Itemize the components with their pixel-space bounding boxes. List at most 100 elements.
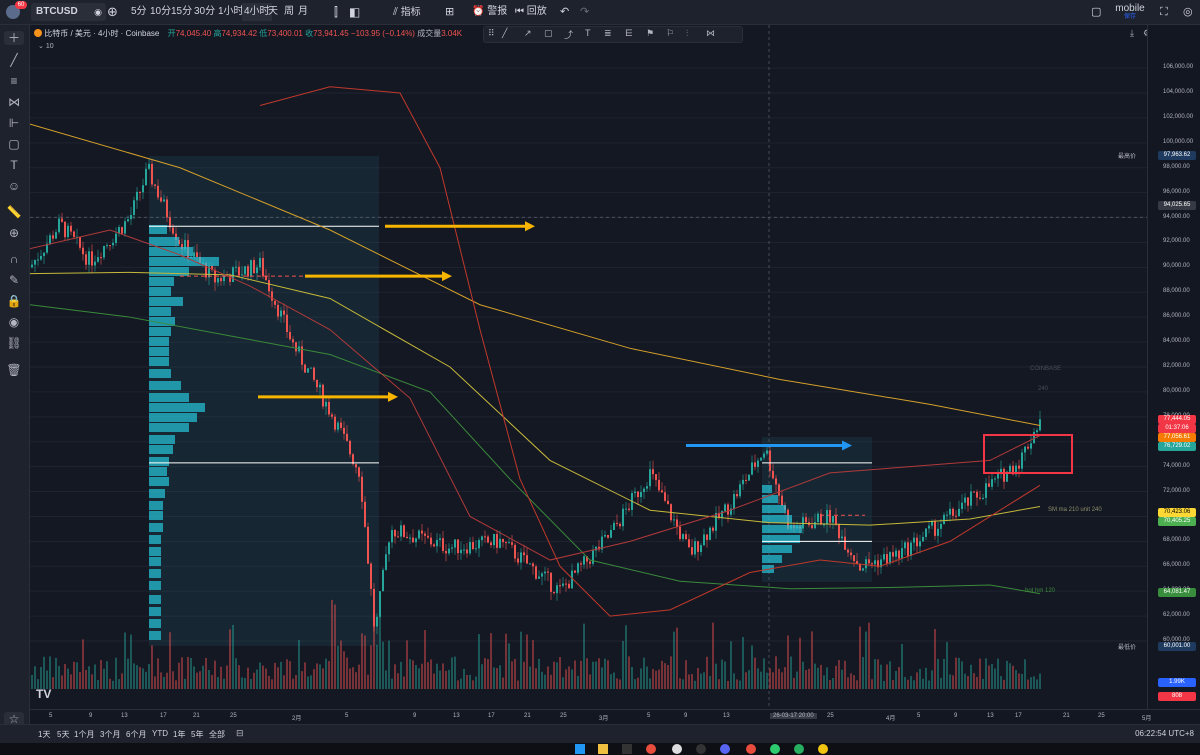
interval-tab-7[interactable]: 周 bbox=[284, 0, 294, 24]
price-tick: 100,000.00 bbox=[1163, 138, 1194, 145]
time-tick: 26-03-17 20:00 bbox=[770, 713, 817, 719]
add-symbol-icon[interactable]: ⊕ bbox=[107, 0, 119, 24]
text-icon[interactable]: T bbox=[4, 158, 24, 172]
download-icon[interactable]: ⤓ bbox=[1130, 28, 1134, 39]
candle-body bbox=[637, 491, 639, 498]
date-range-icon[interactable]: ⊟ bbox=[236, 728, 244, 739]
range-button[interactable]: 3个月 bbox=[100, 729, 120, 740]
volume-bar bbox=[316, 663, 318, 689]
avatar[interactable]: 60 bbox=[4, 0, 27, 24]
pattern-icon[interactable]: ⋈ bbox=[4, 95, 24, 109]
path-tool-icon[interactable]: ⤴ bbox=[564, 28, 573, 41]
range-button[interactable]: 1个月 bbox=[74, 729, 94, 740]
range-button[interactable]: 5年 bbox=[191, 729, 203, 740]
candle-body bbox=[568, 583, 570, 589]
line-tool-icon[interactable]: ╱ bbox=[502, 28, 507, 39]
candle-body bbox=[592, 550, 594, 564]
symbol-search[interactable]: BTCUSD ◉ bbox=[31, 3, 106, 21]
flag2-tool-icon[interactable]: ⚐ bbox=[666, 28, 674, 39]
time-axis[interactable]: 5 9 13 17 21 25 2月 5 9 13 17 21 25 3月 5 9 13 26-03-17 20:… bbox=[30, 709, 1200, 724]
volume-bar bbox=[673, 631, 675, 689]
range-button[interactable]: 6个月 bbox=[126, 729, 146, 740]
ruler-icon[interactable]: 📏 bbox=[4, 205, 24, 219]
snapshot-icon[interactable]: ◎ bbox=[1183, 0, 1193, 24]
candle-body bbox=[454, 539, 456, 548]
volume-bar bbox=[301, 671, 303, 689]
pattern-tool-icon[interactable]: ⋈ bbox=[706, 28, 715, 39]
chat-icon[interactable] bbox=[672, 744, 682, 754]
app2-icon[interactable] bbox=[696, 744, 706, 754]
browser-icon[interactable] bbox=[646, 744, 656, 754]
volume-bar bbox=[613, 672, 615, 689]
link-icon[interactable]: ⛓ bbox=[4, 336, 24, 350]
interval-tab-1[interactable]: 10分 bbox=[150, 0, 171, 24]
drag-handle-icon[interactable]: ⠿ bbox=[488, 28, 495, 39]
candle-body bbox=[349, 440, 351, 455]
redo-icon[interactable]: ↷ bbox=[580, 0, 589, 24]
replay-button[interactable]: ⏮ 回放 bbox=[515, 0, 555, 24]
candle-style-icon[interactable]: ⫿ bbox=[334, 0, 338, 24]
measure-tool-icon[interactable]: ⫶ bbox=[686, 28, 688, 39]
rect-tool-icon[interactable]: ▢ bbox=[544, 28, 553, 39]
fullscreen-icon[interactable]: ⛶ bbox=[1160, 0, 1168, 24]
time-tick: 25 bbox=[560, 713, 567, 719]
stay-draw-icon[interactable]: ✎ bbox=[4, 273, 24, 287]
zoom-icon[interactable]: ⊕ bbox=[4, 226, 24, 240]
high-price-badge: 97,963.62 bbox=[1158, 151, 1196, 160]
wechat-icon[interactable] bbox=[770, 744, 780, 754]
text-tool-icon[interactable]: T bbox=[585, 28, 591, 38]
fib-tool-icon[interactable]: ≣ bbox=[604, 28, 612, 39]
trash-icon[interactable]: 🗑 bbox=[4, 363, 24, 377]
current-price-badge: 77,444.05 bbox=[1158, 415, 1196, 424]
channel-tool-icon[interactable]: ⋿ bbox=[625, 28, 633, 39]
indicators-button[interactable]: ⫽ 指标 bbox=[393, 0, 453, 24]
interval-tab-4[interactable]: 1小时 bbox=[218, 0, 244, 24]
volume-bar bbox=[748, 670, 750, 689]
interval-tab-8[interactable]: 月 bbox=[298, 0, 308, 24]
range-button[interactable]: YTD bbox=[152, 729, 168, 738]
emoji-icon[interactable]: ☺ bbox=[4, 179, 24, 193]
fib-icon[interactable]: ≡ bbox=[4, 74, 24, 88]
volume-bar bbox=[334, 604, 336, 689]
interval-tab-0[interactable]: 5分 bbox=[131, 0, 147, 24]
legend-ohlc: 开74,045.40 高74,934.42 低73,400.01 收73,941… bbox=[168, 29, 463, 38]
forecast-icon[interactable]: ⊩ bbox=[4, 116, 24, 130]
bar-style-icon[interactable]: ◧ bbox=[349, 0, 360, 24]
interval-tab-3[interactable]: 30分 bbox=[194, 0, 215, 24]
eye-icon[interactable]: ◉ bbox=[4, 315, 24, 329]
app6-icon[interactable] bbox=[818, 744, 828, 754]
layout-name[interactable]: mobile 保存 bbox=[1112, 4, 1148, 22]
templates-icon[interactable]: ⊞ bbox=[445, 0, 454, 24]
lock-icon[interactable]: 🔒 bbox=[4, 294, 24, 308]
alert-button[interactable]: ⏰ 警报 bbox=[472, 0, 512, 24]
app4-icon[interactable] bbox=[746, 744, 756, 754]
app3-icon[interactable] bbox=[720, 744, 730, 754]
chart-pane[interactable]: COINBASE 240 SM ma 210 unit 240 bot hm 120 T… bbox=[30, 25, 1151, 709]
interval-tab-2[interactable]: 15分 bbox=[171, 0, 192, 24]
crosshair-icon[interactable]: ＋ bbox=[4, 31, 24, 45]
arrow-tool-icon[interactable]: ↗ bbox=[524, 28, 532, 39]
candle-body bbox=[874, 560, 876, 565]
app5-icon[interactable] bbox=[794, 744, 804, 754]
flag-tool-icon[interactable]: ⚑ bbox=[646, 28, 654, 39]
price-chart[interactable]: COINBASE 240 SM ma 210 unit 240 bot hm 120 T… bbox=[30, 25, 1147, 709]
volume-bar bbox=[994, 668, 996, 689]
interval-tab-6[interactable]: 天 bbox=[268, 0, 278, 24]
price-scale[interactable]: 106,000.00 104,000.00 102,000.00 100,000.00… bbox=[1118, 25, 1200, 709]
volume-bar bbox=[319, 664, 321, 689]
volume-bar bbox=[691, 673, 693, 689]
trendline-icon[interactable]: ╱ bbox=[4, 53, 24, 67]
range-button[interactable]: 1天 bbox=[38, 729, 50, 740]
range-button[interactable]: 全部 bbox=[209, 729, 225, 740]
symbol-info-icon[interactable]: ◉ bbox=[94, 3, 102, 21]
start-icon[interactable] bbox=[575, 744, 585, 754]
app-icon[interactable] bbox=[622, 744, 632, 754]
folder-icon[interactable] bbox=[598, 744, 608, 754]
range-button[interactable]: 1年 bbox=[173, 729, 185, 740]
undo-icon[interactable]: ↶ bbox=[560, 0, 569, 24]
magnet-icon[interactable]: ∩ bbox=[4, 252, 24, 266]
range-button[interactable]: 5天 bbox=[57, 729, 69, 740]
layout-icon[interactable]: ▢ bbox=[1091, 0, 1101, 24]
volume-profile-bar bbox=[149, 523, 163, 532]
shape-icon[interactable]: ▢ bbox=[4, 137, 24, 151]
